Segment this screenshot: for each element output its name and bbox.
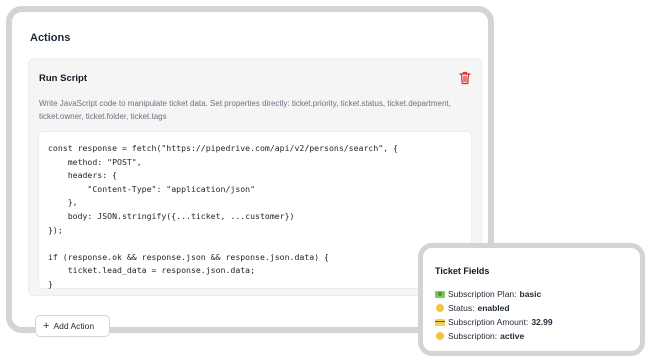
field-value: 32.99 [531,317,553,327]
actions-title: Actions [30,32,71,44]
field-value: basic [519,289,542,299]
yellow-circle-icon [436,332,444,340]
run-script-card: Run Script Write JavaScript code to mani… [28,58,482,296]
field-label: Status: [448,303,475,313]
yellow-circle-icon [436,304,444,312]
money-icon [435,290,445,298]
script-description: Write JavaScript code to manipulate tick… [39,99,451,121]
field-value: active [500,331,525,341]
field-subscription-plan: Subscription Plan: basic [435,289,541,299]
credit-card-icon [435,318,445,326]
field-label: Subscription Plan: [448,289,517,299]
plus-icon: + [43,319,50,332]
script-code[interactable]: const response = fetch("https://pipedriv… [48,142,398,292]
field-label: Subscription: [448,331,498,341]
run-script-title: Run Script [39,73,88,84]
field-subscription-amount: Subscription Amount: 32.99 [435,317,553,327]
ticket-fields-panel: Ticket Fields Subscription Plan: basic S… [418,243,645,356]
field-value: enabled [477,303,510,313]
field-subscription: Subscription: active [435,331,524,341]
trash-icon[interactable] [459,71,471,85]
add-action-button[interactable]: + Add Action [35,315,110,337]
add-action-label: Add Action [53,321,95,331]
field-status: Status: enabled [435,303,510,313]
field-label: Subscription Amount: [448,317,529,327]
code-editor[interactable]: const response = fetch("https://pipedriv… [38,131,472,289]
ticket-fields-title: Ticket Fields [435,266,490,276]
